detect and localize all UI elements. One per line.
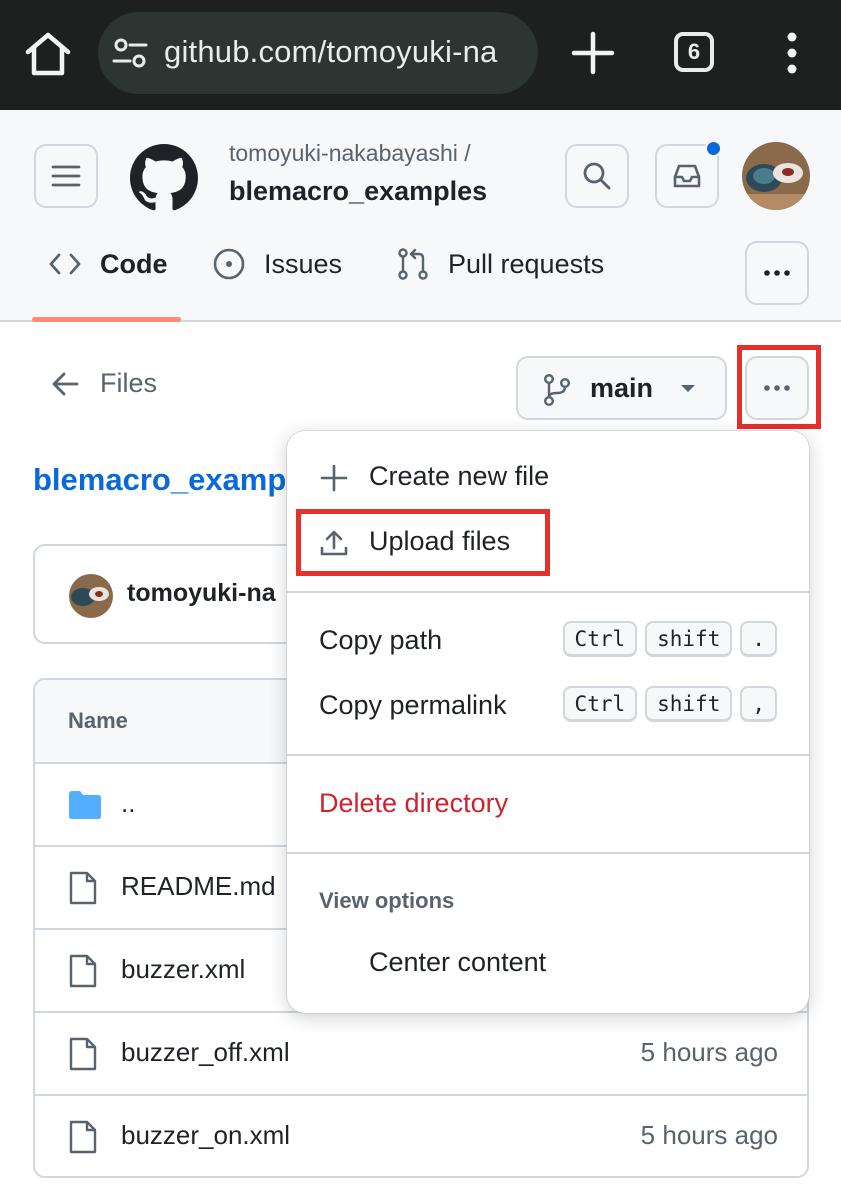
table-row[interactable]: buzzer_on.xml 5 hours ago — [35, 1096, 807, 1176]
file-icon — [69, 954, 97, 988]
menu-divider — [287, 852, 809, 854]
address-bar[interactable]: github.com/tomoyuki-na — [98, 12, 538, 94]
highlight-box-upload-files — [296, 509, 550, 576]
menu-item-label: Center content — [369, 947, 547, 977]
more-horizontal-icon — [764, 270, 790, 276]
pull-request-icon — [398, 248, 428, 280]
menu-item-label: Copy permalink — [319, 690, 507, 720]
menu-item-label: Copy path — [319, 625, 443, 655]
new-tab-icon[interactable] — [570, 30, 616, 76]
files-back-link[interactable]: Files — [50, 368, 157, 399]
tab-code[interactable]: Code — [48, 238, 168, 290]
keyboard-shortcut: Ctrl shift , — [562, 686, 777, 722]
notification-indicator — [705, 140, 722, 157]
hamburger-icon — [51, 165, 81, 187]
kbd-key: , — [740, 686, 777, 722]
more-tabs-button[interactable] — [745, 241, 809, 305]
menu-item-label: Create new file — [369, 461, 550, 491]
home-icon[interactable] — [22, 30, 74, 78]
file-name: README.md — [121, 871, 276, 901]
url-text: github.com/tomoyuki-na — [164, 34, 498, 69]
code-icon — [49, 253, 81, 275]
kbd-key: shift — [645, 621, 733, 657]
git-branch-icon — [544, 374, 571, 407]
menu-divider — [287, 591, 809, 593]
avatar-image — [69, 574, 113, 618]
kbd-key: Ctrl — [562, 686, 638, 722]
repo-header: tomoyuki-nakabayashi / blemacro_examples… — [0, 110, 841, 322]
kbd-key: . — [740, 621, 777, 657]
keyboard-shortcut: Ctrl shift . — [562, 621, 777, 657]
commit-author-name[interactable]: tomoyuki-na — [127, 579, 276, 608]
name-column-header: Name — [68, 708, 128, 733]
hamburger-menu-button[interactable] — [34, 144, 98, 208]
file-icon — [69, 1037, 97, 1071]
menu-item-label: Delete directory — [319, 788, 509, 818]
browser-toolbar: github.com/tomoyuki-na 6 — [0, 0, 841, 110]
caret-down-icon — [681, 385, 695, 392]
branch-name: main — [590, 373, 654, 403]
kbd-key: Ctrl — [562, 621, 638, 657]
file-time: 5 hours ago — [640, 1120, 778, 1150]
file-name: .. — [121, 788, 136, 818]
folder-icon — [69, 791, 101, 819]
tab-code-label: Code — [100, 248, 168, 279]
arrow-left-icon — [52, 372, 79, 395]
file-name: buzzer_off.xml — [121, 1037, 290, 1067]
highlight-box-more-actions — [737, 345, 821, 429]
search-button[interactable] — [565, 144, 629, 208]
search-icon — [583, 162, 611, 190]
file-icon — [69, 871, 97, 905]
active-tab-indicator — [32, 317, 181, 322]
tab-issues[interactable]: Issues — [212, 238, 342, 290]
avatar-image — [742, 142, 810, 210]
file-time: 5 hours ago — [640, 1037, 778, 1067]
plus-icon — [320, 464, 348, 492]
repo-name-link[interactable]: blemacro_examples — [229, 176, 487, 207]
repo-owner-link[interactable]: tomoyuki-nakabayashi / — [229, 140, 471, 167]
table-row[interactable]: buzzer_off.xml 5 hours ago — [35, 1013, 807, 1096]
kbd-key: shift — [645, 686, 733, 722]
tab-switcher-button[interactable]: 6 — [674, 32, 714, 72]
menu-group-title: View options — [319, 888, 455, 913]
commit-author-avatar[interactable] — [69, 574, 113, 618]
kebab-menu-icon[interactable] — [772, 30, 812, 76]
directory-title-link[interactable]: blemacro_exampl — [33, 462, 295, 498]
branch-selector-button[interactable]: main — [516, 356, 727, 420]
github-logo-icon[interactable] — [130, 144, 198, 212]
tab-pull-requests[interactable]: Pull requests — [396, 238, 604, 290]
inbox-icon — [673, 164, 701, 188]
menu-divider — [287, 754, 809, 756]
file-name: buzzer_on.xml — [121, 1120, 291, 1150]
site-settings-icon[interactable] — [112, 36, 148, 70]
tab-pull-requests-label: Pull requests — [448, 248, 605, 279]
files-label: Files — [100, 368, 158, 398]
file-icon — [69, 1120, 97, 1154]
file-name: buzzer.xml — [121, 954, 246, 984]
tab-issues-label: Issues — [264, 248, 343, 279]
issue-icon — [213, 248, 245, 280]
user-avatar[interactable] — [742, 142, 810, 210]
